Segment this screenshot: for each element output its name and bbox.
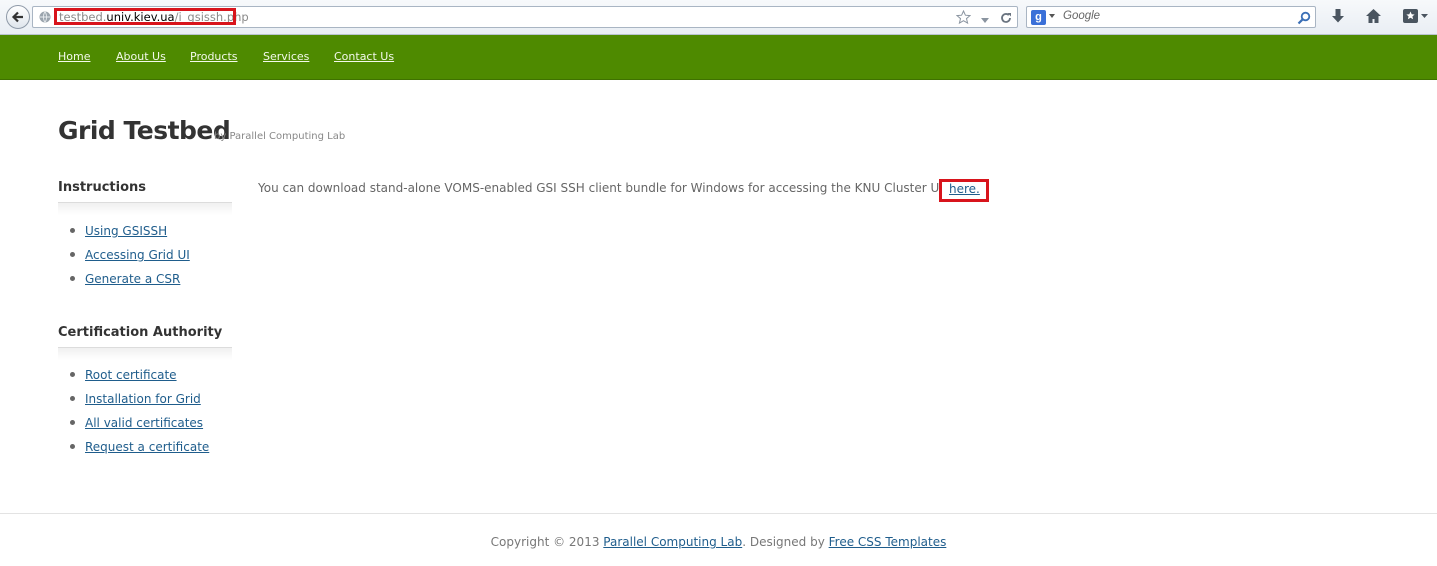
sidebar-link-generate-csr[interactable]: Generate a CSR (85, 272, 180, 286)
browser-toolbar: testbed.univ.kiev.ua/i_gsissh.php g Goog… (0, 0, 1437, 35)
list-item: Root certificate (70, 363, 209, 387)
nav-about-us[interactable]: About Us (116, 50, 166, 63)
site-title: Grid Testbed (58, 116, 231, 145)
sidebar-heading-certification-authority: Certification Authority (58, 325, 223, 340)
sidebar-link-accessing-grid-ui[interactable]: Accessing Grid UI (85, 248, 190, 262)
engine-dropdown-icon[interactable] (1049, 14, 1055, 18)
footer: Copyright © 2013 Parallel Computing Lab.… (0, 535, 1437, 549)
bullet-icon (70, 276, 75, 281)
url-highlight-box (54, 8, 236, 25)
bullet-icon (70, 396, 75, 401)
sidebar-heading-instructions: Instructions (58, 180, 147, 195)
sidebar-list-instructions: Using GSISSH Accessing Grid UI Generate … (70, 219, 190, 291)
sidebar-link-request-certificate[interactable]: Request a certificate (85, 440, 209, 454)
list-item: All valid certificates (70, 411, 209, 435)
sidebar-divider (58, 202, 232, 215)
address-bar[interactable]: testbed.univ.kiev.ua/i_gsissh.php (32, 6, 1018, 28)
nav-products[interactable]: Products (190, 50, 238, 63)
nav-home[interactable]: Home (58, 50, 90, 63)
sidebar-link-root-certificate[interactable]: Root certificate (85, 368, 177, 382)
footer-divider (0, 513, 1437, 514)
bullet-icon (70, 444, 75, 449)
reload-icon[interactable] (999, 10, 1013, 29)
back-arrow-icon (11, 11, 23, 23)
list-item: Accessing Grid UI (70, 243, 190, 267)
search-icon[interactable] (1297, 10, 1311, 29)
bookmarks-menu-icon[interactable] (1402, 8, 1430, 28)
sidebar-link-installation-for-grid[interactable]: Installation for Grid (85, 392, 201, 406)
search-bar[interactable]: g Google (1026, 6, 1316, 28)
copyright-text: Copyright © 2013 (490, 535, 600, 549)
google-engine-icon[interactable]: g (1031, 10, 1046, 25)
footer-templates-link[interactable]: Free CSS Templates (829, 535, 947, 549)
site-subtitle: by Parallel Computing Lab (214, 131, 346, 142)
list-item: Installation for Grid (70, 387, 209, 411)
bullet-icon (70, 228, 75, 233)
footer-lab-link[interactable]: Parallel Computing Lab (603, 535, 742, 549)
sidebar-link-using-gsissh[interactable]: Using GSISSH (85, 224, 167, 238)
bullet-icon (70, 252, 75, 257)
designed-by-text: . Designed by (742, 535, 825, 549)
bullet-icon (70, 372, 75, 377)
list-item: Generate a CSR (70, 267, 190, 291)
bullet-icon (70, 420, 75, 425)
downloads-icon[interactable] (1330, 8, 1346, 29)
sidebar-divider (58, 347, 232, 360)
list-item: Using GSISSH (70, 219, 190, 243)
site-nav: Home About Us Products Services Contact … (0, 35, 1437, 80)
nav-contact-us[interactable]: Contact Us (334, 50, 394, 63)
nav-services[interactable]: Services (263, 50, 309, 63)
sidebar-link-all-valid-certificates[interactable]: All valid certificates (85, 416, 203, 430)
search-placeholder: Google (1063, 10, 1101, 22)
site-identity-icon (39, 11, 51, 23)
sidebar-list-certification: Root certificate Installation for Grid A… (70, 363, 209, 459)
back-button[interactable] (6, 5, 30, 29)
list-item: Request a certificate (70, 435, 209, 459)
home-icon[interactable] (1365, 8, 1382, 28)
history-dropdown-icon[interactable] (980, 10, 990, 29)
download-here-link[interactable]: here. (949, 182, 980, 196)
bookmark-star-icon[interactable] (955, 9, 972, 29)
main-text: You can download stand-alone VOMS-enable… (258, 181, 975, 195)
